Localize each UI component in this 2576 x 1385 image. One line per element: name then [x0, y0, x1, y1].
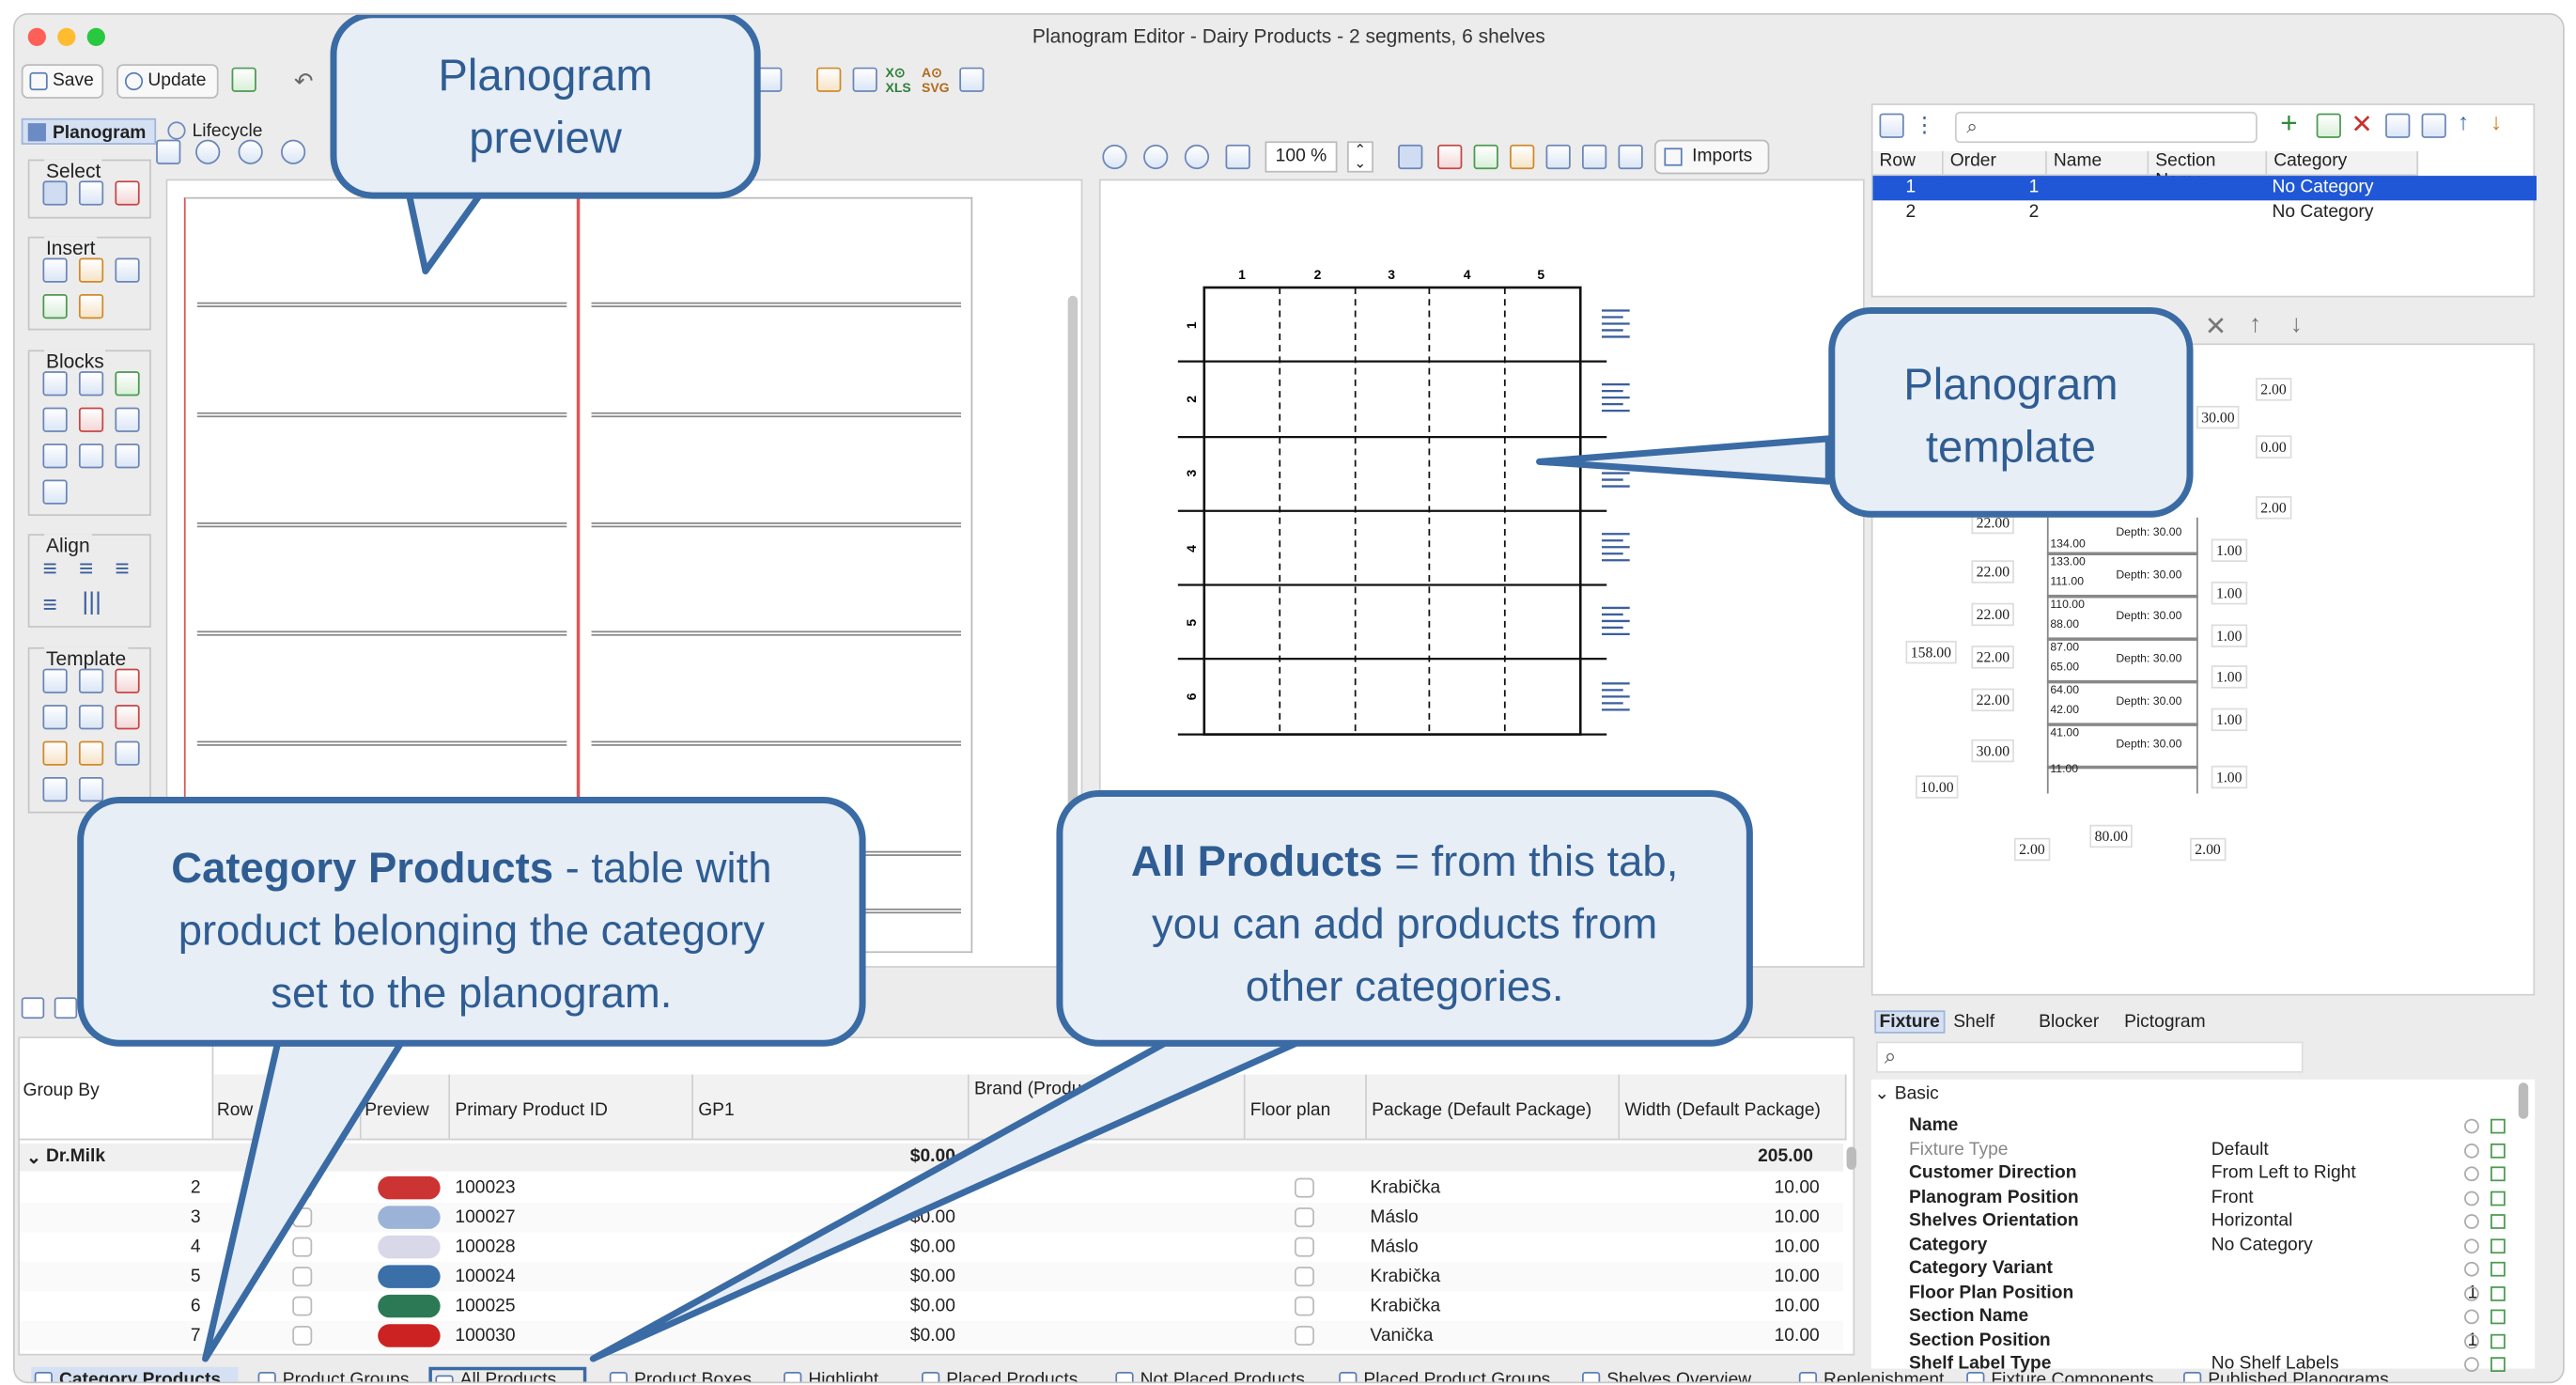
callout-tails	[202, 176, 1832, 1362]
app-window: Planogram Editor - Dairy Products - 2 se…	[12, 12, 2565, 1384]
callout-all-bold: All Products	[1130, 835, 1383, 886]
callout-preview-text: Planogram preview	[438, 51, 653, 163]
callout-category-products: Category Products - table with product b…	[77, 797, 866, 1047]
callout-template-text: Planogram template	[1903, 359, 2118, 472]
callout-planogram-preview: Planogram preview	[330, 14, 761, 199]
callout-all-products: All Products = from this tab, you can ad…	[1056, 790, 1753, 1047]
callout-category-bold: Category Products	[171, 842, 554, 893]
callout-planogram-template: Planogram template	[1828, 306, 2194, 518]
